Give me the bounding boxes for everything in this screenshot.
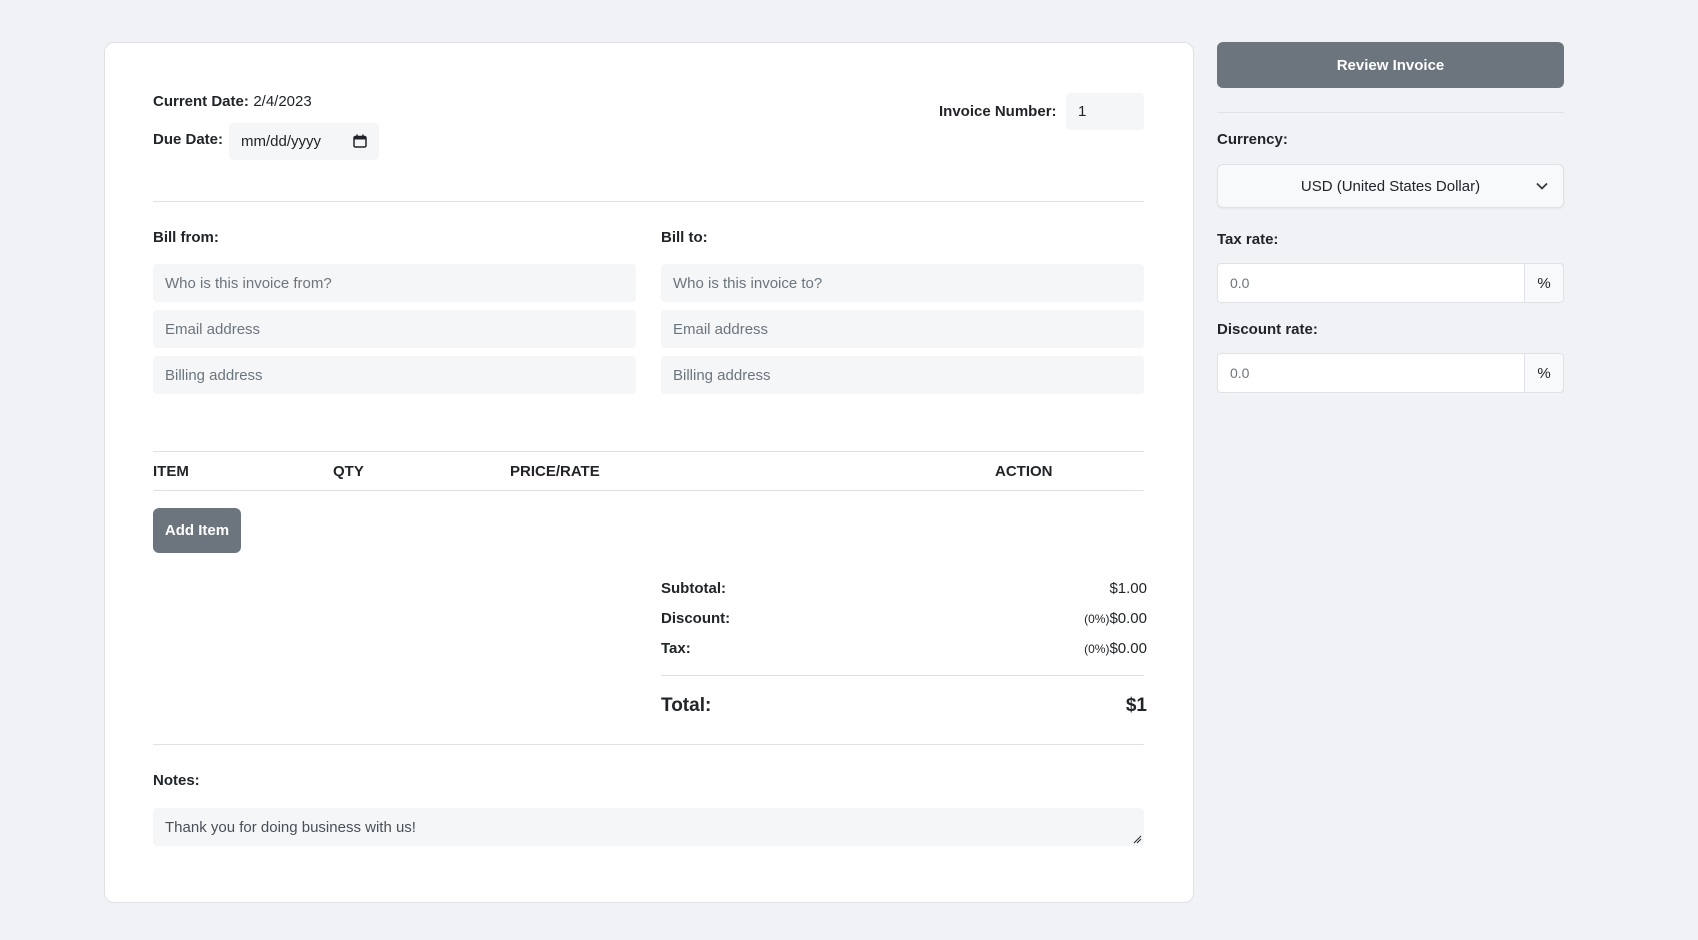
invoice-number-input[interactable]: 1 [1066, 93, 1144, 130]
discount-rate-input[interactable]: 0.0 [1217, 353, 1525, 393]
bill-from-address-placeholder: Billing address [165, 366, 263, 384]
subtotal-label: Subtotal: [661, 580, 726, 597]
discount-rate-placeholder: 0.0 [1230, 365, 1250, 381]
tax-percent: (0%) [1084, 642, 1110, 656]
discount-amount: (0%)$0.00 [1084, 610, 1147, 627]
tax-rate-label: Tax rate: [1217, 231, 1279, 248]
subtotal-value: $1.00 [1109, 580, 1147, 597]
add-item-button[interactable]: Add Item [153, 508, 241, 553]
column-header-item: ITEM [153, 463, 189, 480]
tax-rate-placeholder: 0.0 [1230, 275, 1250, 291]
bill-to-address-input[interactable]: Billing address [661, 356, 1144, 394]
notes-label: Notes: [153, 772, 200, 789]
current-date-value: 2/4/2023 [253, 93, 312, 110]
bill-from-email-placeholder: Email address [165, 320, 261, 338]
column-header-qty: QTY [333, 463, 364, 480]
bill-to-name-placeholder: Who is this invoice to? [673, 274, 823, 292]
bill-to-label: Bill to: [661, 229, 708, 246]
totals-divider [661, 675, 1144, 676]
invoice-number-value: 1 [1078, 103, 1087, 120]
currency-select[interactable]: USD (United States Dollar) [1217, 164, 1564, 208]
currency-label: Currency: [1217, 131, 1288, 148]
calendar-icon[interactable] [353, 134, 367, 148]
notes-text: Thank you for doing business with us! [165, 818, 416, 836]
tax-value: $0.00 [1109, 640, 1147, 657]
discount-label: Discount: [661, 610, 731, 627]
bill-from-name-placeholder: Who is this invoice from? [165, 274, 332, 292]
bill-from-label: Bill from: [153, 229, 219, 246]
current-date-row: Current Date: 2/4/2023 [153, 93, 312, 111]
tax-rate-input[interactable]: 0.0 [1217, 263, 1525, 303]
bill-to-address-placeholder: Billing address [673, 366, 771, 384]
due-date-placeholder: mm/dd/yyyy [241, 133, 322, 150]
current-date-label: Current Date: [153, 93, 249, 110]
table-header-divider [153, 490, 1144, 491]
tax-rate-percent-suffix: % [1524, 263, 1564, 303]
bill-from-address-input[interactable]: Billing address [153, 356, 636, 394]
bill-to-email-placeholder: Email address [673, 320, 769, 338]
bill-from-email-input[interactable]: Email address [153, 310, 636, 348]
discount-rate-label: Discount rate: [1217, 321, 1318, 338]
resize-handle-icon[interactable] [1132, 834, 1142, 844]
due-date-input[interactable]: mm/dd/yyyy [229, 123, 379, 160]
sidebar-divider [1217, 112, 1564, 113]
notes-divider [153, 744, 1144, 745]
column-header-action: ACTION [995, 463, 1053, 480]
column-header-price: PRICE/RATE [510, 463, 600, 480]
review-invoice-button[interactable]: Review Invoice [1217, 42, 1564, 88]
due-date-label: Due Date: [153, 131, 224, 148]
discount-rate-percent-suffix: % [1524, 353, 1564, 393]
discount-percent: (0%) [1084, 612, 1110, 626]
header-divider [153, 201, 1144, 202]
tax-label: Tax: [661, 640, 691, 657]
total-value: $1 [1125, 695, 1147, 716]
bill-to-email-input[interactable]: Email address [661, 310, 1144, 348]
currency-value: USD (United States Dollar) [1300, 177, 1481, 195]
total-label: Total: [661, 695, 712, 716]
bill-to-name-input[interactable]: Who is this invoice to? [661, 264, 1144, 302]
invoice-number-label: Invoice Number: [939, 103, 1057, 120]
tax-amount: (0%)$0.00 [1084, 640, 1147, 657]
bill-from-name-input[interactable]: Who is this invoice from? [153, 264, 636, 302]
chevron-down-icon [1536, 182, 1548, 190]
table-top-divider [153, 451, 1144, 452]
invoice-card: Current Date: 2/4/2023 Due Date: mm/dd/y… [104, 42, 1194, 903]
notes-textarea[interactable]: Thank you for doing business with us! [153, 808, 1144, 846]
discount-value: $0.00 [1109, 610, 1147, 627]
